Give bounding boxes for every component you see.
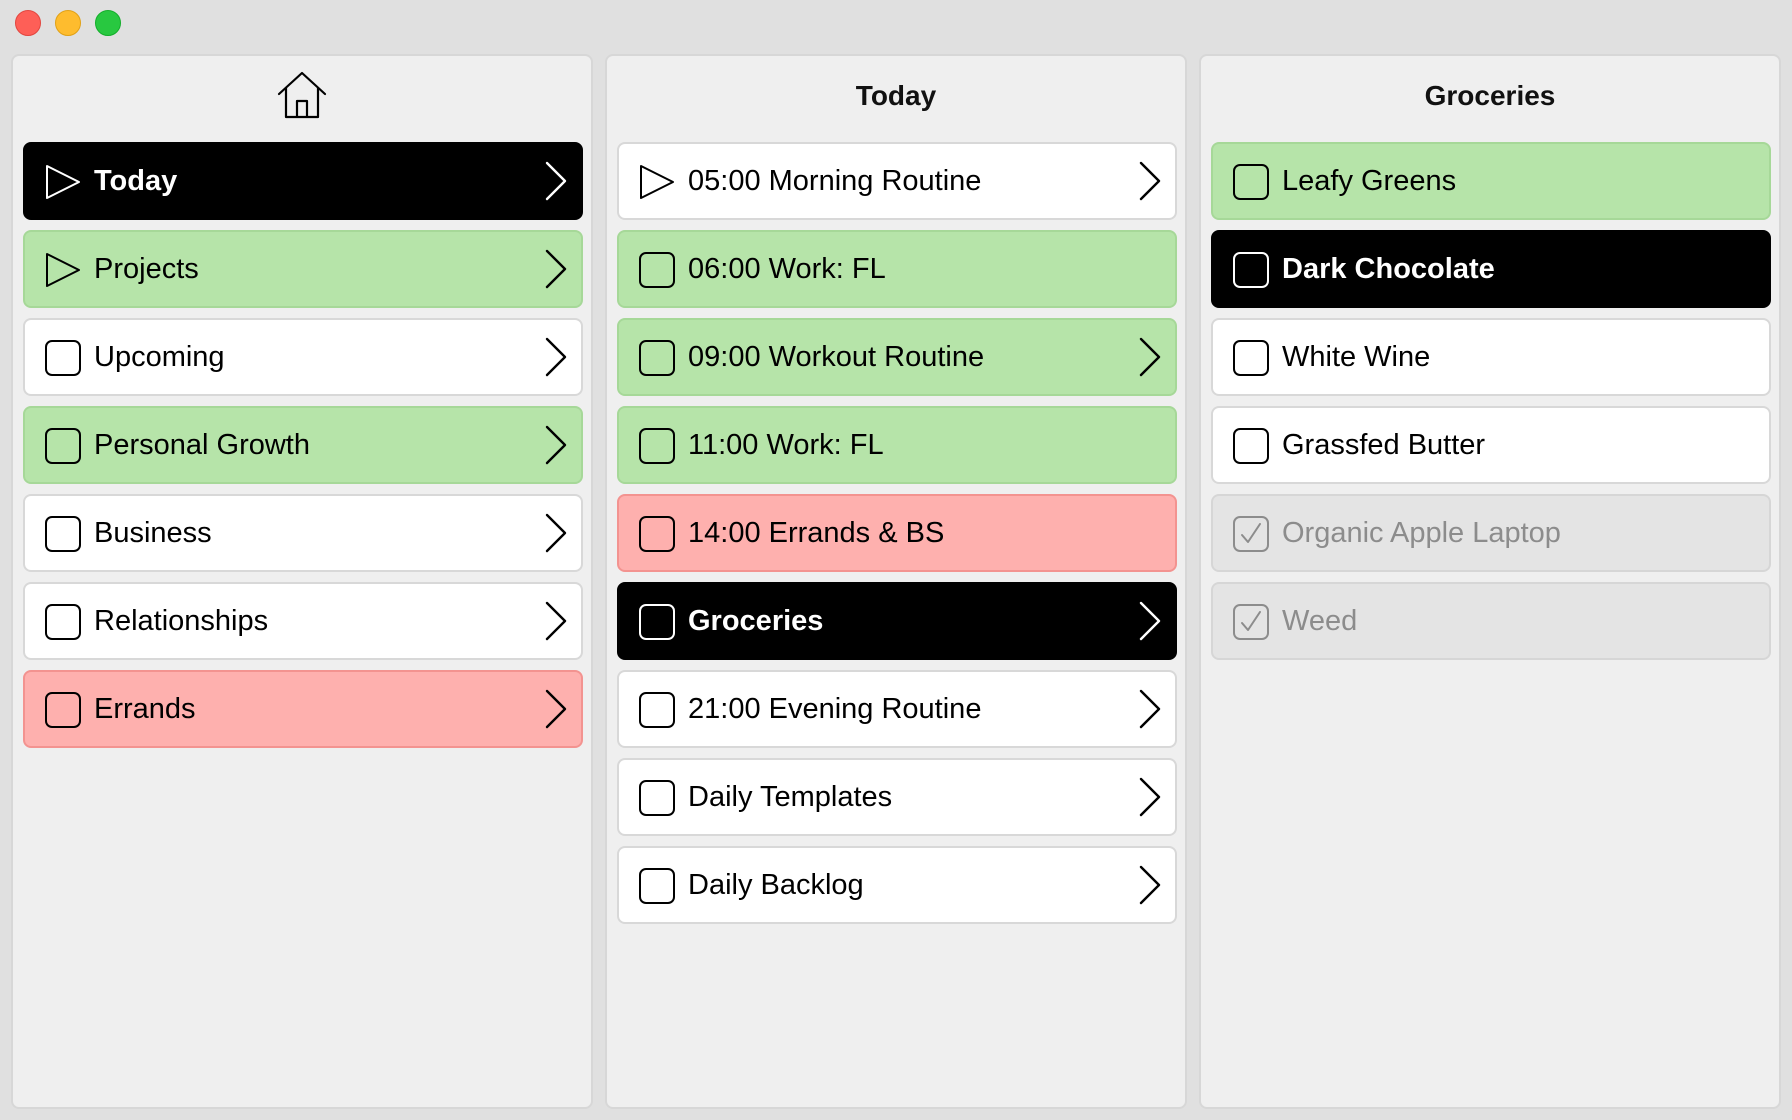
list-item-groceries[interactable]: Groceries [617, 582, 1177, 660]
item-list: Leafy Greens Dark Chocolate White Wine Gras… [1211, 142, 1771, 670]
checkbox-checked-icon[interactable] [1232, 603, 1270, 641]
list-item-label: 05:00 Morning Routine [688, 165, 982, 197]
column-title: Today [855, 80, 937, 111]
play-icon[interactable] [44, 251, 82, 289]
checkbox-icon[interactable] [638, 867, 676, 905]
list-item-05-00-morning-routine[interactable]: 05:00 Morning Routine [617, 142, 1177, 220]
list-item-label: Leafy Greens [1282, 165, 1457, 197]
column-header [13, 56, 591, 136]
list-item-label: 06:00 Work: FL [688, 253, 886, 285]
list-item-label: Projects [94, 253, 199, 285]
app-window: Today Projects Upcoming Personal Growth Busi… [0, 0, 1792, 1120]
list-item-label: Business [94, 517, 212, 549]
list-item-leafy-greens[interactable]: Leafy Greens [1211, 142, 1771, 220]
checkbox-icon[interactable] [638, 427, 676, 465]
list-item-business[interactable]: Business [23, 494, 583, 572]
minimize-button[interactable] [55, 10, 81, 36]
list-item-daily-backlog[interactable]: Daily Backlog [617, 846, 1177, 924]
play-icon[interactable] [638, 163, 676, 201]
checkbox-icon[interactable] [638, 603, 676, 641]
title-bar [0, 0, 1792, 46]
list-item-label: Daily Templates [688, 781, 893, 813]
list-item-label: Relationships [94, 605, 269, 637]
list-item-today[interactable]: Today [23, 142, 583, 220]
list-item-21-00-evening-routine[interactable]: 21:00 Evening Routine [617, 670, 1177, 748]
list-item-projects[interactable]: Projects [23, 230, 583, 308]
list-item-label: 11:00 Work: FL [688, 429, 884, 461]
chevron-right-icon [545, 425, 567, 465]
checkbox-icon[interactable] [44, 691, 82, 729]
item-list: 05:00 Morning Routine 06:00 Work: FL 09:00… [617, 142, 1177, 934]
checkbox-icon[interactable] [1232, 339, 1270, 377]
list-item-label: Today [94, 165, 178, 197]
checkbox-icon[interactable] [44, 603, 82, 641]
checkbox-checked-icon[interactable] [1232, 515, 1270, 553]
chevron-right-icon [545, 513, 567, 553]
list-item-label: Errands [94, 693, 196, 725]
list-item-dark-chocolate[interactable]: Dark Chocolate [1211, 230, 1771, 308]
column-title: Groceries [1424, 80, 1556, 111]
home-icon[interactable] [274, 70, 330, 122]
chevron-right-icon [1139, 601, 1161, 641]
checkbox-icon[interactable] [1232, 427, 1270, 465]
checkbox-icon[interactable] [638, 779, 676, 817]
chevron-right-icon [545, 161, 567, 201]
close-button[interactable] [15, 10, 41, 36]
checkbox-icon[interactable] [44, 339, 82, 377]
list-item-06-00-work-fl[interactable]: 06:00 Work: FL [617, 230, 1177, 308]
list-item-organic-apple-laptop[interactable]: Organic Apple Laptop [1211, 494, 1771, 572]
list-item-label: Grassfed Butter [1282, 429, 1486, 461]
checkbox-icon[interactable] [44, 515, 82, 553]
chevron-right-icon [545, 689, 567, 729]
chevron-right-icon [545, 249, 567, 289]
list-item-grassfed-butter[interactable]: Grassfed Butter [1211, 406, 1771, 484]
list-item-upcoming[interactable]: Upcoming [23, 318, 583, 396]
list-item-label: White Wine [1282, 341, 1431, 373]
item-list: Today Projects Upcoming Personal Growth Busi… [23, 142, 583, 758]
checkbox-icon[interactable] [638, 339, 676, 377]
list-item-label: Dark Chocolate [1282, 253, 1495, 285]
column-today: Today 05:00 Morning Routine 06:00 Work: F… [605, 54, 1187, 1109]
chevron-right-icon [1139, 161, 1161, 201]
column-home: Today Projects Upcoming Personal Growth Busi… [11, 54, 593, 1109]
list-item-11-00-work-fl[interactable]: 11:00 Work: FL [617, 406, 1177, 484]
checkbox-icon[interactable] [638, 691, 676, 729]
list-item-label: 21:00 Evening Routine [688, 693, 982, 725]
list-item-label: Weed [1282, 605, 1358, 637]
list-item-label: Groceries [688, 605, 824, 637]
chevron-right-icon [545, 601, 567, 641]
zoom-button[interactable] [95, 10, 121, 36]
list-item-personal-growth[interactable]: Personal Growth [23, 406, 583, 484]
list-item-daily-templates[interactable]: Daily Templates [617, 758, 1177, 836]
list-item-label: Personal Growth [94, 429, 310, 461]
list-item-label: Daily Backlog [688, 869, 864, 901]
chevron-right-icon [1139, 865, 1161, 905]
list-item-errands[interactable]: Errands [23, 670, 583, 748]
checkbox-icon[interactable] [44, 427, 82, 465]
checkbox-icon[interactable] [638, 515, 676, 553]
checkbox-icon[interactable] [1232, 163, 1270, 201]
checkbox-icon[interactable] [1232, 251, 1270, 289]
list-item-09-00-workout-routine[interactable]: 09:00 Workout Routine [617, 318, 1177, 396]
list-item-label: Upcoming [94, 341, 225, 373]
list-item-label: Organic Apple Laptop [1282, 517, 1561, 549]
list-item-label: 09:00 Workout Routine [688, 341, 985, 373]
list-item-relationships[interactable]: Relationships [23, 582, 583, 660]
checkbox-icon[interactable] [638, 251, 676, 289]
list-item-14-00-errands-bs[interactable]: 14:00 Errands & BS [617, 494, 1177, 572]
chevron-right-icon [1139, 777, 1161, 817]
play-icon[interactable] [44, 163, 82, 201]
list-item-white-wine[interactable]: White Wine [1211, 318, 1771, 396]
list-item-label: 14:00 Errands & BS [688, 517, 945, 549]
chevron-right-icon [545, 337, 567, 377]
list-item-weed[interactable]: Weed [1211, 582, 1771, 660]
chevron-right-icon [1139, 337, 1161, 377]
chevron-right-icon [1139, 689, 1161, 729]
column-groceries: Groceries Leafy Greens Dark Chocolate Whit… [1199, 54, 1781, 1109]
